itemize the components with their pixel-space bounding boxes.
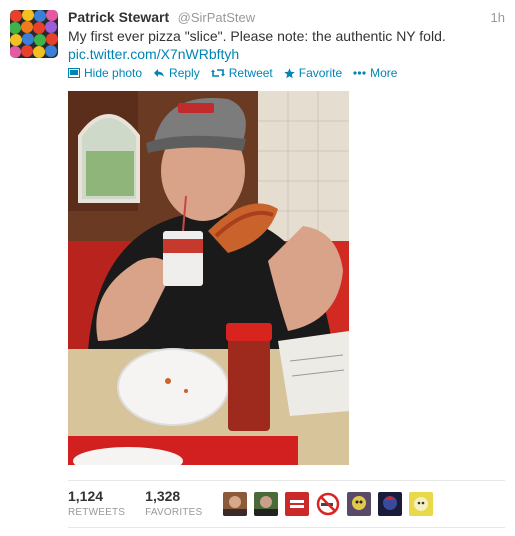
favoriter-avatar[interactable] [254,492,278,516]
user-avatar-2-icon [254,492,278,516]
favoriters-list [223,492,433,516]
author-username[interactable]: @SirPatStew [178,10,256,25]
tweet-header: Patrick Stewart @SirPatStew 1h [68,9,505,29]
tweet-timestamp[interactable]: 1h [491,10,505,25]
retweets-stat[interactable]: 1,124 RETWEETS [68,488,125,518]
pizza-photo-image [68,91,349,465]
favorites-label: FAVORITES [145,507,203,518]
favorite-label: Favorite [298,66,343,80]
retweet-label: Retweet [228,66,273,80]
stats-divider-bottom [68,527,505,528]
more-label: More [370,66,398,80]
reply-icon [154,69,165,77]
gumballs-avatar-icon [10,10,58,58]
favorites-count: 1,328 [145,488,181,504]
author-fullname[interactable]: Patrick Stewart [68,9,169,25]
retweet-icon [210,69,225,77]
stats-divider-top [68,480,505,481]
retweet-button[interactable]: Retweet [210,66,273,80]
user-avatar-1-icon [223,492,247,516]
tweet-body: My first ever pizza "slice". Please note… [68,28,446,44]
hide-photo-button[interactable]: Hide photo [68,66,142,80]
retweets-label: RETWEETS [68,507,126,518]
photo-icon [68,68,80,78]
profile-avatar[interactable] [10,10,58,58]
tweet-text: My first ever pizza "slice". Please note… [68,27,498,63]
favoriter-avatar[interactable] [409,492,433,516]
star-icon [284,67,295,78]
tweet-actions: Hide photo Reply Retweet Favorite More [68,65,397,81]
reply-button[interactable]: Reply [153,66,200,80]
photo-link[interactable]: pic.twitter.com/X7nWRbftyh [68,46,239,62]
favorites-stat[interactable]: 1,328 FAVORITES [145,488,202,518]
equality-logo-icon [285,492,309,516]
favoriter-avatar[interactable] [223,492,247,516]
favoriter-avatar[interactable] [378,492,402,516]
more-dots-icon [353,71,366,75]
hide-photo-label: Hide photo [84,66,143,80]
more-button[interactable]: More [353,66,397,80]
user-avatar-5-icon [347,492,371,516]
favoriter-avatar[interactable] [347,492,371,516]
favoriter-avatar[interactable] [285,492,309,516]
reply-label: Reply [169,66,200,80]
tweet-photo[interactable] [68,91,349,465]
no-smoking-icon [316,492,340,516]
retweets-count: 1,124 [68,488,104,504]
user-avatar-7-icon [409,492,433,516]
tweet: Patrick Stewart @SirPatStew 1h My first … [0,0,515,536]
favorite-button[interactable]: Favorite [284,66,342,80]
user-avatar-6-icon [378,492,402,516]
tweet-stats: 1,124 RETWEETS 1,328 FAVORITES [68,488,222,522]
favoriter-avatar[interactable] [316,492,340,516]
